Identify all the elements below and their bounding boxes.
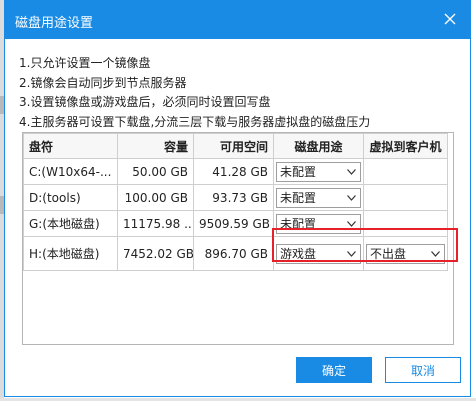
capacity-cell: 50.00 GB (117, 158, 194, 185)
virtual-client-cell (363, 158, 448, 185)
free-space-cell: 93.73 GB (193, 184, 274, 211)
drive-cell: D:(tools) (23, 184, 118, 211)
virtual-client-cell (363, 184, 448, 211)
virtual-client-cell: 不出盘 (363, 236, 448, 271)
free-space-cell: 41.28 GB (193, 158, 274, 185)
confirm-button[interactable]: 确定 (296, 357, 372, 383)
usage-cell: 游戏盘 (273, 236, 364, 271)
column-header-capacity[interactable]: 容量 (117, 133, 194, 159)
table-row[interactable]: H:(本地磁盘) 7452.02 GB 896.70 GB 游戏盘 不出盘 (23, 236, 448, 271)
drive-cell: G:(本地磁盘) (23, 210, 118, 237)
table-row[interactable]: G:(本地磁盘) 11175.98 ... 9509.59 GB 未配置 (23, 210, 448, 237)
capacity-cell: 7452.02 GB (117, 236, 194, 271)
instruction-line: 1.只允许设置一个镜像盘 (19, 56, 151, 70)
drive-cell: C:(W10x64-... (23, 158, 118, 185)
table-header-row: 盘符 容量 可用空间 磁盘用途 虚拟到客户机 (23, 133, 448, 159)
capacity-cell: 11175.98 ... (117, 210, 194, 237)
usage-select-value: 未配置 (280, 190, 317, 205)
chevron-down-icon (347, 168, 356, 175)
usage-cell: 未配置 (273, 210, 364, 237)
instructions: 1.只允许设置一个镜像盘 2.镜像会自动同步到节点服务器 3.设置镜像盘或游戏盘… (19, 54, 370, 132)
dialog-titlebar: 磁盘用途设置 (5, 1, 470, 39)
usage-select[interactable]: 未配置 (276, 161, 361, 182)
chevron-down-icon (431, 250, 440, 257)
usage-select[interactable]: 未配置 (276, 187, 361, 208)
usage-cell: 未配置 (273, 158, 364, 185)
free-space-cell: 9509.59 GB (193, 210, 274, 237)
table-row[interactable]: D:(tools) 100.00 GB 93.73 GB 未配置 (23, 184, 448, 211)
usage-select-value: 未配置 (280, 216, 317, 231)
column-header-usage[interactable]: 磁盘用途 (273, 133, 364, 159)
close-icon (444, 13, 456, 25)
disk-usage-dialog: 磁盘用途设置 1.只允许设置一个镜像盘 2.镜像会自动同步到节点服务器 3.设置… (4, 0, 471, 397)
cancel-button[interactable]: 取消 (385, 357, 461, 383)
chevron-down-icon (347, 220, 356, 227)
column-header-free-space[interactable]: 可用空间 (193, 133, 274, 159)
virtual-client-select[interactable]: 不出盘 (366, 243, 445, 264)
column-header-virtual-client[interactable]: 虚拟到客户机 (363, 133, 448, 159)
column-header-drive[interactable]: 盘符 (23, 133, 118, 159)
usage-select-value: 未配置 (280, 164, 317, 179)
usage-select[interactable]: 游戏盘 (276, 243, 361, 264)
capacity-cell: 100.00 GB (117, 184, 194, 211)
free-space-cell: 896.70 GB (193, 236, 274, 271)
dialog-title: 磁盘用途设置 (15, 16, 94, 31)
drive-cell: H:(本地磁盘) (23, 236, 118, 271)
instruction-line: 2.镜像会自动同步到节点服务器 (19, 75, 187, 90)
disk-table: 盘符 容量 可用空间 磁盘用途 虚拟到客户机 C:(W10x64-... 50.… (22, 132, 454, 345)
usage-cell: 未配置 (273, 184, 364, 211)
chevron-down-icon (347, 194, 356, 201)
usage-select-value: 游戏盘 (280, 246, 317, 261)
close-button[interactable] (436, 5, 464, 33)
instruction-line: 4.主服务器可设置下载盘,分流三层下载与服务器虚拟盘的磁盘压力 (19, 114, 371, 129)
usage-select[interactable]: 未配置 (276, 213, 361, 234)
virtual-client-cell (363, 210, 448, 237)
virtual-client-select-value: 不出盘 (370, 246, 407, 261)
instruction-line: 3.设置镜像盘或游戏盘后，必须同时设置回写盘 (19, 95, 271, 109)
chevron-down-icon (347, 250, 356, 257)
table-row[interactable]: C:(W10x64-... 50.00 GB 41.28 GB 未配置 (23, 158, 448, 185)
